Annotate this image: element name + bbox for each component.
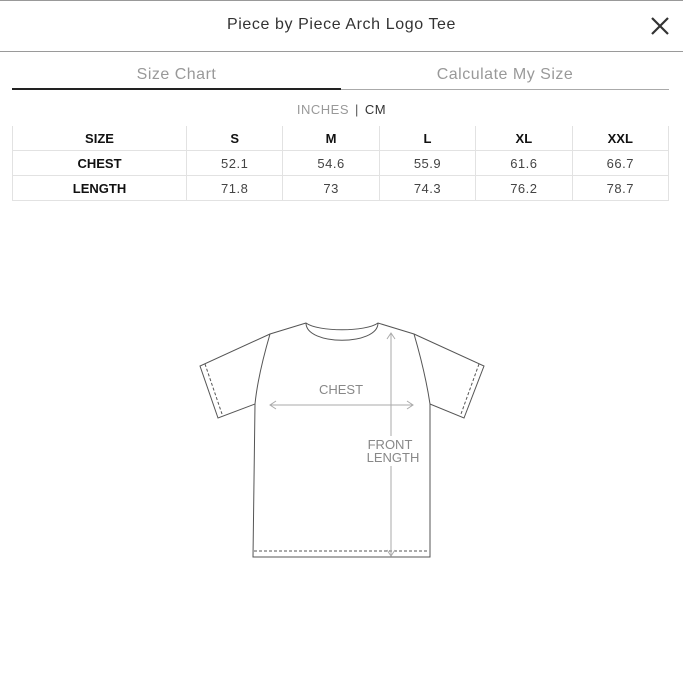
tshirt-outline <box>199 322 485 558</box>
size-table: SIZE S M L XL XXL CHEST 52.1 54.6 55.9 6… <box>12 126 670 201</box>
tab-size-chart[interactable]: Size Chart <box>12 58 341 90</box>
column-header: L <box>378 126 477 151</box>
column-header: S <box>185 126 284 151</box>
table-cell: 73 <box>282 175 380 201</box>
chest-label: CHEST <box>319 382 363 397</box>
modal-title: Piece by Piece Arch Logo Tee <box>226 16 457 33</box>
tshirt-right-sleeve-hem <box>460 363 480 415</box>
row-label-chest: CHEST <box>12 150 187 176</box>
row-label-length: LENGTH <box>12 175 187 201</box>
table-cell: 78.7 <box>571 175 670 201</box>
unit-inches-option[interactable]: INCHES <box>297 102 349 117</box>
unit-separator: | <box>355 102 359 117</box>
table-cell: 66.7 <box>571 150 670 176</box>
close-button[interactable] <box>649 15 671 37</box>
chest-arrow <box>269 400 414 410</box>
tshirt-collar <box>305 322 379 341</box>
column-header: M <box>282 126 380 151</box>
column-header: SIZE <box>12 126 187 151</box>
tshirt-right-armhole <box>413 333 431 405</box>
tshirt-left-armhole <box>254 333 271 405</box>
table-cell: 52.1 <box>185 150 284 176</box>
tshirt-measurement-diagram: CHEST FRONT LENGTH <box>199 322 485 558</box>
table-cell: 71.8 <box>185 175 284 201</box>
table-row: LENGTH 71.8 73 74.3 76.2 78.7 <box>12 175 670 201</box>
column-header: XXL <box>571 126 670 151</box>
table-cell: 74.3 <box>378 175 477 201</box>
front-length-label-line2: LENGTH <box>367 450 420 465</box>
unit-toggle: INCHES | CM <box>0 102 683 117</box>
table-cell: 61.6 <box>475 150 573 176</box>
size-tabs: Size Chart Calculate My Size <box>12 58 669 90</box>
modal-header: Piece by Piece Arch Logo Tee <box>0 0 683 52</box>
table-row: CHEST 52.1 54.6 55.9 61.6 66.7 <box>12 150 670 176</box>
table-cell: 54.6 <box>282 150 380 176</box>
table-header-row: SIZE S M L XL XXL <box>12 126 670 151</box>
column-header: XL <box>475 126 573 151</box>
unit-cm-option[interactable]: CM <box>365 102 386 117</box>
tab-calculate-my-size[interactable]: Calculate My Size <box>341 58 669 90</box>
close-icon <box>651 17 669 35</box>
table-cell: 76.2 <box>475 175 573 201</box>
table-cell: 55.9 <box>378 150 477 176</box>
